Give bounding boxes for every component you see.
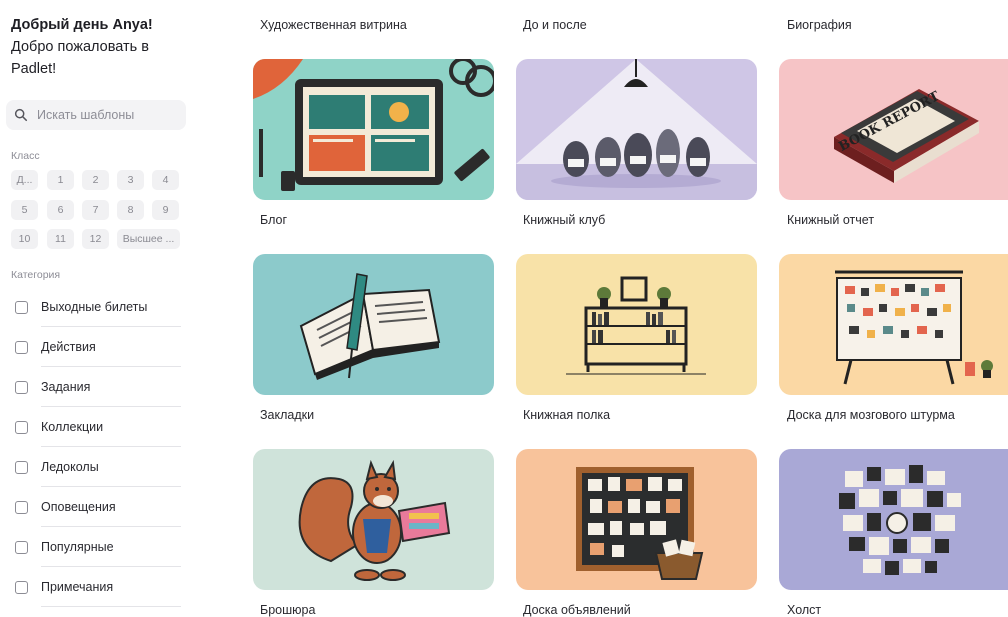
grade-chip[interactable]: 5: [11, 200, 38, 220]
category-name: Оповещения: [41, 500, 116, 514]
template-card-brochure[interactable]: [253, 449, 494, 590]
category-checkbox-item[interactable]: Ледоколы: [11, 447, 181, 487]
grade-chip[interactable]: 4: [152, 170, 179, 190]
template-card-brainstorm[interactable]: [779, 254, 1008, 395]
grade-chip[interactable]: 3: [117, 170, 144, 190]
divider: [41, 606, 181, 607]
template-title[interactable]: Закладки: [260, 408, 314, 422]
category-checkbox-item[interactable]: Оповещения: [11, 487, 181, 527]
template-search-input[interactable]: Искать шаблоны: [6, 100, 186, 130]
template-title[interactable]: Художественная витрина: [260, 18, 407, 32]
greeting-subtitle: Добро пожаловать в Padlet!: [11, 39, 149, 77]
template-title[interactable]: Холст: [787, 603, 821, 617]
grade-chip[interactable]: Д...: [11, 170, 38, 190]
category-checkbox-item[interactable]: Коллекции: [11, 407, 181, 447]
template-title[interactable]: Биография: [787, 18, 852, 32]
brainstorm-illustration: [779, 254, 1008, 395]
checkbox[interactable]: [15, 380, 28, 394]
blog-illustration: [253, 59, 494, 200]
template-card-bulletin-board[interactable]: [516, 449, 757, 590]
template-title[interactable]: Блог: [260, 213, 287, 227]
greeting: Добрый день Anya! Добро пожаловать в Pad…: [11, 14, 196, 80]
bulletin-board-illustration: [516, 449, 757, 590]
template-title[interactable]: Доска объявлений: [523, 603, 631, 617]
grade-chip[interactable]: 12: [82, 229, 109, 249]
search-placeholder: Искать шаблоны: [37, 108, 135, 122]
category-name: Коллекции: [41, 420, 104, 434]
brochure-illustration: [253, 449, 494, 590]
category-checkbox-item[interactable]: Выходные билеты: [11, 287, 181, 327]
book-club-illustration: [516, 59, 757, 200]
grade-label: Класс: [11, 150, 40, 162]
grade-chip[interactable]: 7: [82, 200, 109, 220]
checkbox[interactable]: [15, 420, 28, 434]
template-card-book-report[interactable]: BOOK REPORT: [779, 59, 1008, 200]
search-icon: [14, 108, 28, 122]
category-name: Ледоколы: [41, 460, 99, 474]
bookmarks-illustration: [253, 254, 494, 395]
template-card-canvas[interactable]: [779, 449, 1008, 590]
category-checkbox-item[interactable]: Задания: [11, 367, 181, 407]
grade-chip[interactable]: 1: [47, 170, 74, 190]
category-checkbox-item[interactable]: Действия: [11, 327, 181, 367]
checkbox[interactable]: [15, 540, 28, 554]
category-name: Действия: [41, 340, 96, 354]
category-name: Примечания: [41, 580, 114, 594]
template-card-book-club[interactable]: [516, 59, 757, 200]
grade-chip[interactable]: 11: [47, 229, 74, 249]
template-title[interactable]: Книжная полка: [523, 408, 610, 422]
checkbox[interactable]: [15, 580, 28, 594]
sidebar: Добрый день Anya! Добро пожаловать в Pad…: [0, 0, 200, 617]
template-card-blog[interactable]: [253, 59, 494, 200]
grade-chip-higher[interactable]: Высшее ...: [117, 229, 180, 249]
category-name: Популярные: [41, 540, 114, 554]
bookshelf-illustration: [516, 254, 757, 395]
category-checkbox-item[interactable]: Примечания: [11, 567, 181, 607]
category-name: Выходные билеты: [41, 300, 148, 314]
template-title[interactable]: Книжный клуб: [523, 213, 605, 227]
category-label: Категория: [11, 269, 61, 281]
category-name: Задания: [41, 380, 91, 394]
greeting-title: Добрый день Anya!: [11, 17, 153, 33]
grade-chip[interactable]: 10: [11, 229, 38, 249]
template-title[interactable]: Книжный отчет: [787, 213, 874, 227]
book-report-illustration: BOOK REPORT: [779, 59, 1008, 200]
template-title[interactable]: До и после: [523, 18, 587, 32]
grade-chip[interactable]: 9: [152, 200, 179, 220]
template-title[interactable]: Брошюра: [260, 603, 315, 617]
checkbox[interactable]: [15, 500, 28, 514]
grade-chip[interactable]: 2: [82, 170, 109, 190]
template-title[interactable]: Доска для мозгового штурма: [787, 408, 955, 422]
template-card-bookmarks[interactable]: [253, 254, 494, 395]
category-checkbox-item[interactable]: Популярные: [11, 527, 181, 567]
grade-chip[interactable]: 6: [47, 200, 74, 220]
canvas-illustration: [779, 449, 1008, 590]
checkbox[interactable]: [15, 300, 28, 314]
checkbox[interactable]: [15, 340, 28, 354]
template-card-bookshelf[interactable]: [516, 254, 757, 395]
grade-chip[interactable]: 8: [117, 200, 144, 220]
checkbox[interactable]: [15, 460, 28, 474]
